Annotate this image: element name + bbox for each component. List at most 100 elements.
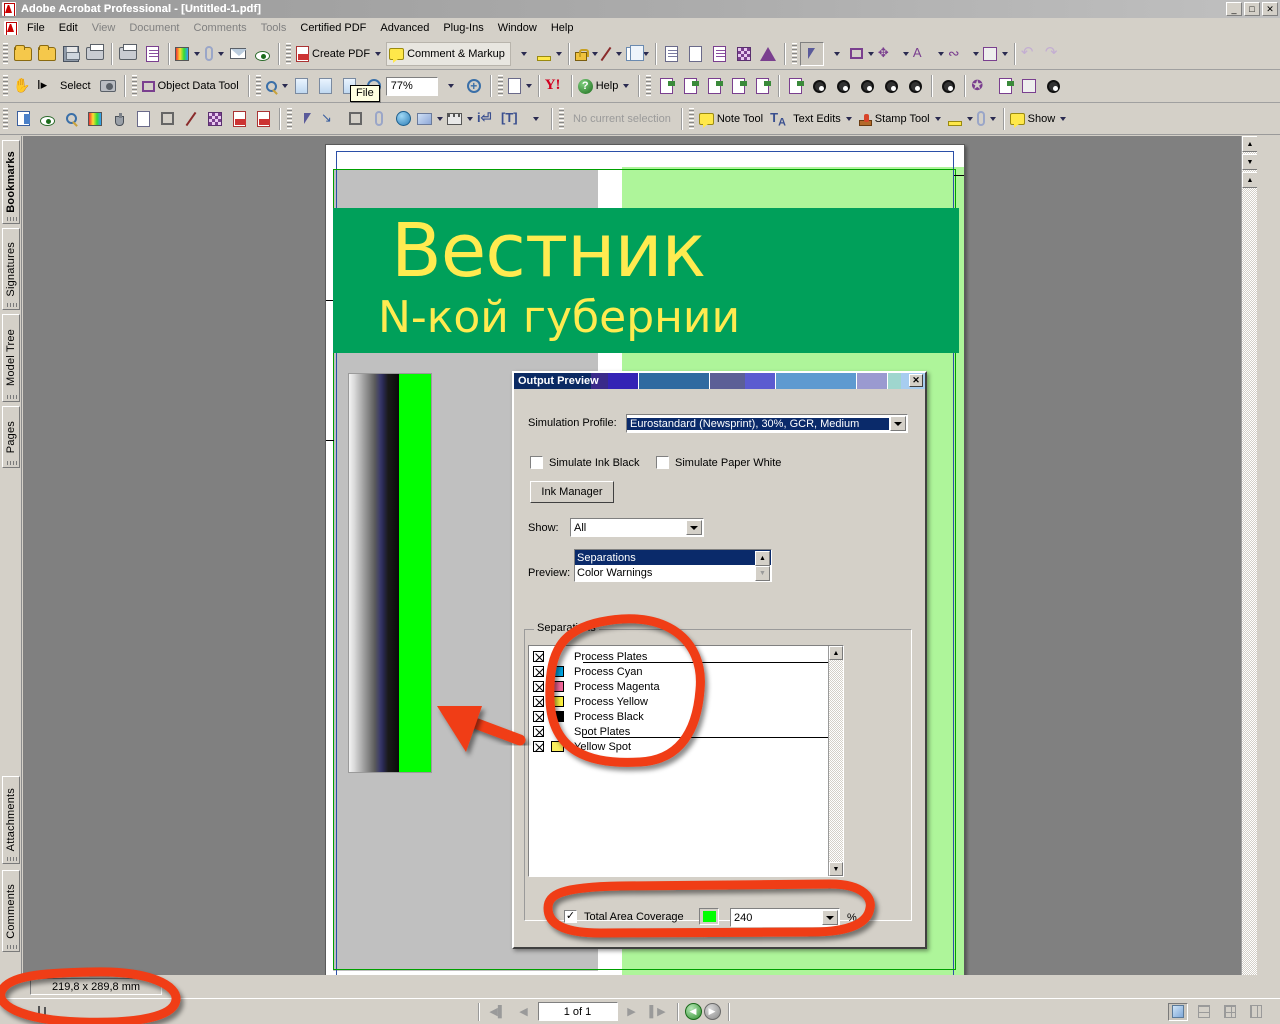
trap-presets-button[interactable] bbox=[11, 107, 35, 131]
pitstop-action-button[interactable] bbox=[936, 74, 960, 98]
preview-option-color-warnings[interactable]: Color Warnings bbox=[575, 565, 771, 580]
toolbar-grip[interactable] bbox=[559, 107, 564, 130]
sidebar-item-signatures[interactable]: Signatures bbox=[2, 228, 20, 310]
secure-button[interactable] bbox=[573, 42, 600, 66]
layout-continuous-button[interactable] bbox=[1194, 1003, 1214, 1021]
toolbar-grip[interactable] bbox=[497, 75, 503, 97]
path-button[interactable]: ∾ bbox=[946, 42, 981, 66]
layout-facing-button[interactable] bbox=[1220, 1003, 1240, 1021]
toolbar-grip[interactable] bbox=[131, 75, 137, 97]
simulate-ink-black-checkbox[interactable] bbox=[530, 456, 543, 469]
separation-checkbox[interactable] bbox=[533, 741, 544, 752]
separation-row-yellow-spot[interactable]: Yellow Spot bbox=[529, 739, 843, 754]
separation-checkbox[interactable] bbox=[533, 651, 544, 662]
sidebar-item-model-tree[interactable]: Model Tree bbox=[2, 314, 20, 402]
menu-view[interactable]: View bbox=[85, 20, 123, 36]
separations-scrollbar[interactable]: ▲ ▼ bbox=[828, 646, 843, 876]
certified-check-1-button[interactable] bbox=[654, 74, 678, 98]
snapshot-button[interactable] bbox=[96, 74, 120, 98]
toolbar-grip[interactable] bbox=[287, 107, 292, 130]
crop-tool-button[interactable] bbox=[343, 107, 367, 131]
menu-edit[interactable]: Edit bbox=[52, 20, 85, 36]
preview-option-separations[interactable]: Separations bbox=[575, 550, 771, 565]
pitstop-1-button[interactable] bbox=[807, 74, 831, 98]
separation-checkbox[interactable] bbox=[533, 681, 544, 692]
touchup-text-button[interactable]: A bbox=[911, 42, 946, 66]
print-button[interactable] bbox=[83, 42, 107, 66]
separation-checkbox[interactable] bbox=[533, 711, 544, 722]
close-button[interactable]: ✕ bbox=[1262, 2, 1278, 16]
preview-scroll-down-button[interactable]: ▼ bbox=[755, 566, 770, 581]
chevron-down-icon[interactable] bbox=[822, 910, 838, 925]
read-out-loud-button[interactable] bbox=[660, 42, 684, 66]
forms-button[interactable] bbox=[624, 42, 651, 66]
form-text-field-button[interactable]: [T] bbox=[499, 107, 523, 131]
measure-button[interactable] bbox=[981, 42, 1010, 66]
print-production-button[interactable] bbox=[116, 42, 140, 66]
menu-file[interactable]: File bbox=[20, 20, 52, 36]
last-page-button[interactable]: ▌▶ bbox=[646, 1002, 670, 1022]
toolbar-grip[interactable] bbox=[3, 107, 8, 130]
show-comments-button[interactable]: Show bbox=[1008, 107, 1072, 131]
page-number-input[interactable]: 1 of 1 bbox=[537, 1002, 618, 1021]
preview-scroll-up-button[interactable]: ▲ bbox=[755, 551, 770, 566]
create-pdf-button[interactable]: Create PDF bbox=[294, 42, 386, 66]
first-page-button[interactable]: ◀▌ bbox=[486, 1002, 510, 1022]
show-combo[interactable]: All bbox=[570, 518, 704, 537]
transparency-button[interactable] bbox=[732, 42, 756, 66]
continuous-view-icon[interactable] bbox=[44, 1006, 46, 1017]
toolbar-grip[interactable] bbox=[688, 107, 694, 130]
separation-row-process-magenta[interactable]: Process Magenta bbox=[529, 679, 843, 694]
sidebar-item-comments[interactable]: Comments bbox=[2, 870, 20, 952]
next-page-button[interactable]: ▶ bbox=[620, 1002, 644, 1022]
separation-row-process-yellow[interactable]: Process Yellow bbox=[529, 694, 843, 709]
layout-single-page-button[interactable] bbox=[1168, 1002, 1188, 1021]
layout-continuous-facing-button[interactable] bbox=[1246, 1003, 1266, 1021]
preflight-button[interactable] bbox=[756, 42, 780, 66]
zoom-in-button[interactable]: + bbox=[462, 74, 486, 98]
card-file-button[interactable] bbox=[173, 42, 202, 66]
certified-check-3-button[interactable] bbox=[702, 74, 726, 98]
ink-manager-button[interactable]: Ink Manager bbox=[530, 481, 614, 503]
simulation-profile-combo[interactable]: Eurostandard (Newsprint), 30%, GCR, Medi… bbox=[626, 414, 908, 433]
action-list-button[interactable] bbox=[1017, 74, 1041, 98]
attach-file-comment-button[interactable] bbox=[975, 107, 999, 131]
highlight-tool-button[interactable] bbox=[946, 107, 975, 131]
menu-certified-pdf[interactable]: Certified PDF bbox=[293, 20, 373, 36]
hand-tool-button[interactable]: ✋ bbox=[11, 74, 35, 98]
menu-window[interactable]: Window bbox=[491, 20, 544, 36]
toolbar-grip[interactable] bbox=[646, 75, 652, 97]
output-preview-dialog[interactable]: Output Preview ✕ Simulation Profile: Eur… bbox=[512, 371, 927, 949]
help-button[interactable]: ? Help bbox=[576, 74, 635, 98]
total-area-coverage-checkbox[interactable]: ✓ bbox=[564, 910, 577, 923]
sign-button[interactable] bbox=[600, 42, 624, 66]
search-button[interactable] bbox=[250, 42, 274, 66]
export-button[interactable] bbox=[140, 42, 164, 66]
stamp-tool-button[interactable]: Stamp Tool bbox=[857, 107, 946, 131]
crop-pages-button[interactable] bbox=[155, 107, 179, 131]
separation-checkbox[interactable] bbox=[533, 696, 544, 707]
text-edits-button[interactable]: TA Text Edits bbox=[768, 107, 857, 131]
article-tool-button[interactable]: i⏎ bbox=[475, 107, 499, 131]
select-object-dropdown[interactable] bbox=[824, 42, 848, 66]
zoom-level-input[interactable]: 77% bbox=[385, 76, 438, 96]
pdf-optimizer-button[interactable] bbox=[227, 107, 251, 131]
document-menu-icon[interactable] bbox=[2, 21, 20, 35]
pitstop-4-button[interactable] bbox=[879, 74, 903, 98]
image-field-button[interactable] bbox=[415, 107, 445, 131]
global-change-button[interactable] bbox=[993, 74, 1017, 98]
simulate-paper-white-checkbox[interactable] bbox=[656, 456, 669, 469]
inspector-button[interactable]: ✪ bbox=[969, 74, 993, 98]
menu-advanced[interactable]: Advanced bbox=[373, 20, 436, 36]
simulate-ink-black-row[interactable]: Simulate Ink Black bbox=[530, 456, 639, 469]
note-tool-button[interactable]: Note Tool bbox=[697, 107, 768, 131]
undo-button[interactable]: ↶ bbox=[1019, 42, 1043, 66]
dialog-close-button[interactable]: ✕ bbox=[909, 374, 923, 387]
jdf-button[interactable] bbox=[251, 107, 275, 131]
preflight-tool-button[interactable] bbox=[59, 107, 83, 131]
maximize-button[interactable]: □ bbox=[1244, 2, 1260, 16]
separations-scroll-up-button[interactable]: ▲ bbox=[829, 646, 843, 660]
redo-button[interactable]: ↷ bbox=[1043, 42, 1067, 66]
chevron-down-icon[interactable] bbox=[890, 416, 906, 431]
add-printer-marks-button[interactable] bbox=[131, 107, 155, 131]
